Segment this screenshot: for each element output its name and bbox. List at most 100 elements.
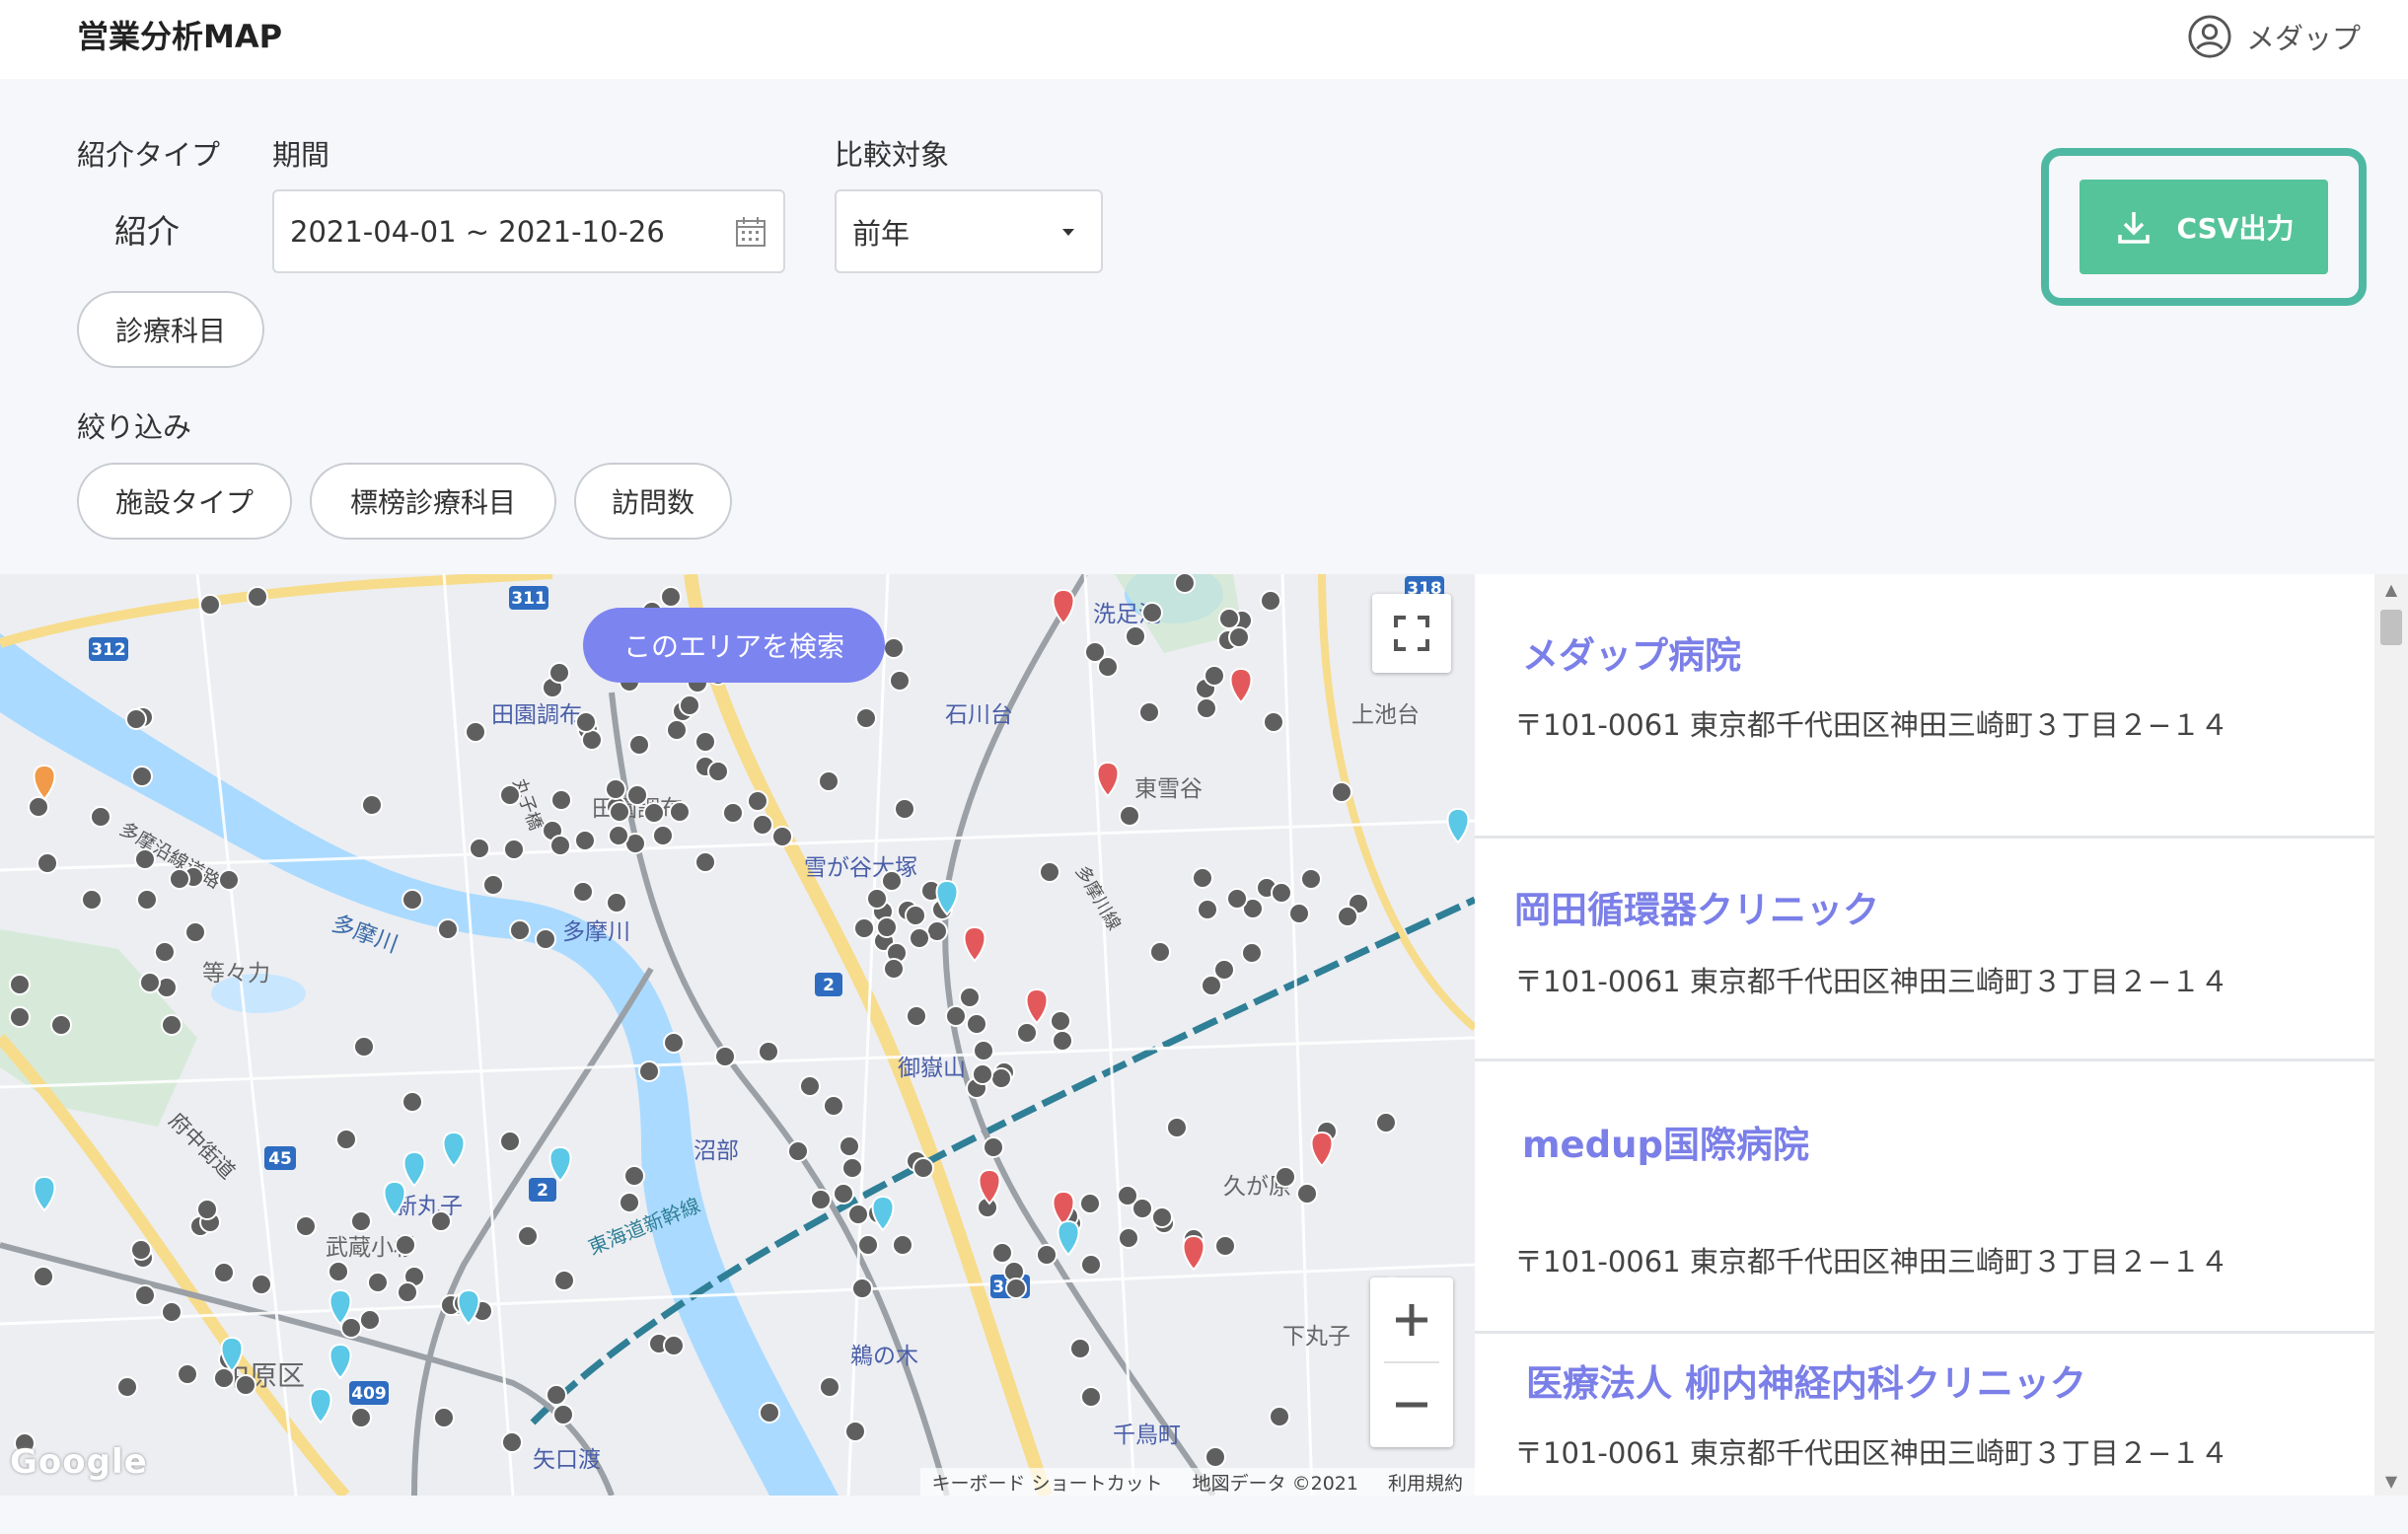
facility-marker[interactable]	[1117, 1185, 1138, 1206]
facility-marker[interactable]	[905, 905, 926, 926]
facility-marker[interactable]	[517, 1225, 539, 1247]
facility-marker[interactable]	[235, 1374, 256, 1396]
facility-marker[interactable]	[50, 1014, 72, 1036]
facility-marker[interactable]	[1296, 1183, 1318, 1205]
scroll-down-arrow-icon[interactable]: ▼	[2374, 1468, 2408, 1494]
facility-marker[interactable]	[1275, 1166, 1296, 1188]
facility-marker[interactable]	[9, 1006, 31, 1028]
facility-marker[interactable]	[669, 801, 691, 823]
facility-marker[interactable]	[959, 986, 981, 1008]
facility-marker[interactable]	[548, 662, 570, 684]
facility-marker[interactable]	[1263, 711, 1284, 733]
facility-marker[interactable]	[605, 778, 626, 800]
facility-marker[interactable]	[876, 916, 898, 938]
facility-marker[interactable]	[1331, 781, 1352, 803]
facility-marker[interactable]	[1016, 1022, 1038, 1044]
facility-marker[interactable]	[36, 852, 58, 874]
facility-marker[interactable]	[1005, 1278, 1027, 1299]
facility-marker[interactable]	[1375, 1112, 1397, 1133]
facility-marker[interactable]	[1197, 899, 1218, 920]
facility-marker[interactable]	[694, 851, 716, 873]
facility-marker[interactable]	[136, 889, 158, 911]
facility-marker[interactable]	[694, 731, 716, 753]
facility-marker[interactable]	[839, 1135, 860, 1157]
user-menu[interactable]: メダップ	[2187, 14, 2361, 59]
facility-marker[interactable]	[906, 1005, 927, 1027]
facility-marker[interactable]	[707, 761, 729, 782]
facility-marker[interactable]	[546, 1384, 567, 1406]
facility-name-link[interactable]: メダップ病院	[1522, 625, 1741, 679]
facility-marker[interactable]	[619, 1192, 640, 1213]
facility-marker[interactable]	[1039, 861, 1060, 883]
facility-marker[interactable]	[553, 1270, 575, 1291]
facility-marker[interactable]	[1079, 1193, 1101, 1214]
facility-marker[interactable]	[503, 839, 525, 860]
facility-marker[interactable]	[218, 869, 240, 891]
facility-marker[interactable]	[819, 1376, 840, 1398]
facility-marker[interactable]	[883, 958, 905, 980]
list-scrollbar[interactable]: ▲ ▼	[2374, 574, 2408, 1496]
facility-marker[interactable]	[509, 919, 531, 941]
facility-marker[interactable]	[430, 1210, 452, 1232]
facility-marker[interactable]	[397, 1281, 418, 1303]
facility-marker[interactable]	[991, 1242, 1013, 1264]
list-item[interactable]: 医療法人 柳内神経内科クリニック 〒101-0061 東京都千代田区神田三崎町３…	[1475, 1334, 2374, 1496]
list-item[interactable]: 岡田循環器クリニック 〒101-0061 東京都千代田区神田三崎町３丁目２−１４	[1475, 839, 2374, 1061]
fullscreen-button[interactable]	[1372, 594, 1451, 673]
facility-name-link[interactable]: 岡田循環器クリニック	[1514, 880, 1879, 933]
facility-marker[interactable]	[912, 1157, 934, 1179]
facility-marker[interactable]	[196, 1199, 218, 1220]
facility-marker[interactable]	[1271, 882, 1292, 904]
list-item[interactable]: メダップ病院 〒101-0061 東京都千代田区神田三崎町３丁目２−１４	[1475, 574, 2374, 839]
facility-marker[interactable]	[350, 1210, 372, 1232]
facility-marker[interactable]	[1119, 805, 1140, 827]
visit-count-button[interactable]: 訪問数	[574, 463, 732, 540]
facility-marker[interactable]	[1052, 1030, 1073, 1052]
facility-marker[interactable]	[628, 734, 650, 756]
facility-marker[interactable]	[81, 889, 103, 911]
facility-marker[interactable]	[1241, 942, 1263, 964]
facility-marker[interactable]	[340, 1317, 362, 1339]
facility-marker[interactable]	[1218, 608, 1240, 629]
facility-marker[interactable]	[335, 1129, 357, 1150]
facility-marker[interactable]	[184, 921, 206, 943]
facility-marker[interactable]	[1228, 626, 1250, 648]
facility-marker[interactable]	[660, 586, 682, 608]
facility-marker[interactable]	[818, 770, 839, 792]
facility-marker[interactable]	[295, 1215, 317, 1237]
facility-marker[interactable]	[1050, 1010, 1071, 1032]
facility-marker[interactable]	[353, 1036, 375, 1058]
scroll-up-arrow-icon[interactable]: ▲	[2374, 576, 2408, 602]
facility-marker[interactable]	[251, 1274, 272, 1295]
scroll-thumb[interactable]	[2380, 610, 2402, 645]
facility-marker[interactable]	[810, 1189, 832, 1210]
facility-marker[interactable]	[973, 1040, 994, 1061]
facility-marker[interactable]	[469, 838, 490, 859]
facility-marker[interactable]	[401, 889, 423, 911]
facility-marker[interactable]	[663, 1335, 685, 1356]
facility-marker[interactable]	[609, 801, 630, 823]
terms-link[interactable]: 利用規約	[1388, 1469, 1463, 1496]
facility-marker[interactable]	[853, 917, 875, 939]
facility-marker[interactable]	[787, 1140, 809, 1162]
facility-marker[interactable]	[1196, 697, 1217, 719]
facility-marker[interactable]	[134, 1284, 156, 1306]
facility-marker[interactable]	[199, 594, 221, 616]
facility-marker[interactable]	[857, 1234, 879, 1256]
facility-marker[interactable]	[1174, 574, 1196, 594]
facility-marker[interactable]	[722, 802, 744, 824]
facility-marker[interactable]	[33, 1266, 54, 1287]
facility-marker[interactable]	[1069, 1338, 1091, 1359]
facility-marker[interactable]	[823, 1095, 844, 1117]
period-date-range-input[interactable]: 2021-04-01 ~ 2021-10-26	[272, 189, 785, 273]
facility-marker[interactable]	[983, 1136, 1004, 1158]
facility-marker[interactable]	[608, 825, 629, 846]
facility-marker[interactable]	[161, 1301, 182, 1323]
facility-marker[interactable]	[892, 1234, 913, 1256]
facility-marker[interactable]	[847, 1204, 869, 1225]
facility-marker[interactable]	[841, 1157, 863, 1179]
facility-marker[interactable]	[401, 1091, 423, 1113]
facility-marker[interactable]	[1288, 903, 1310, 924]
facility-marker[interactable]	[433, 1407, 455, 1428]
search-this-area-button[interactable]: このエリアを検索	[583, 608, 885, 683]
